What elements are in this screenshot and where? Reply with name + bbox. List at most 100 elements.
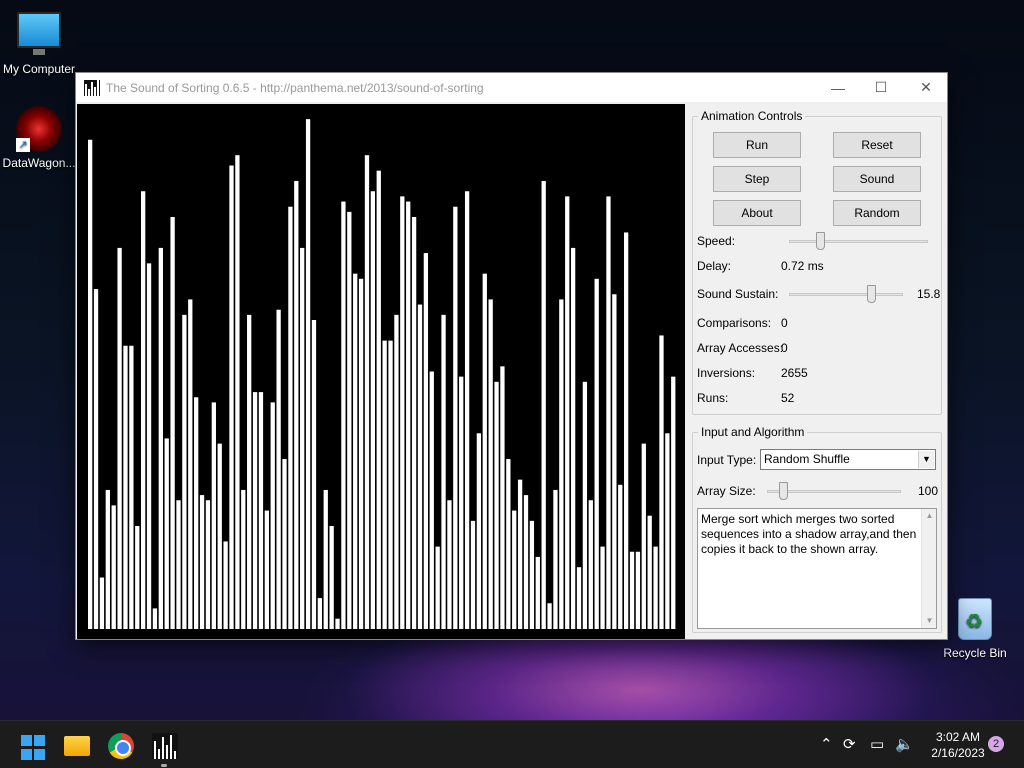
array-bar bbox=[264, 510, 269, 629]
array-bar bbox=[429, 371, 434, 629]
clock-time: 3:02 AM bbox=[935, 730, 981, 744]
chevron-down-icon[interactable]: ▼ bbox=[918, 451, 934, 468]
array-bar bbox=[500, 366, 505, 629]
delay-value: 0.72 ms bbox=[781, 259, 824, 273]
array-bar bbox=[529, 520, 535, 629]
array-size-label: Array Size: bbox=[697, 484, 756, 498]
array-bar bbox=[559, 299, 564, 629]
array-bar bbox=[170, 217, 175, 629]
taskbar: ⌃ ⟳ ▭ 🔈 3:02 AM 2/16/2023 bbox=[0, 720, 1024, 768]
array-bar bbox=[470, 520, 476, 629]
array-bar bbox=[341, 201, 346, 630]
array-bar bbox=[447, 500, 452, 629]
sound-of-sorting-window: The Sound of Sorting 0.6.5 - http://pant… bbox=[75, 72, 948, 640]
array-bar bbox=[123, 345, 128, 629]
window-title: The Sound of Sorting 0.6.5 - http://pant… bbox=[106, 80, 484, 95]
show-hidden-icons-icon[interactable]: ⌃ bbox=[820, 721, 833, 768]
speed-label: Speed: bbox=[697, 234, 736, 248]
sound-sustain-slider-thumb[interactable] bbox=[867, 285, 877, 303]
array-bar bbox=[641, 443, 646, 629]
speed-slider-thumb[interactable] bbox=[815, 232, 825, 250]
start-button[interactable] bbox=[21, 735, 47, 761]
array-bar bbox=[423, 253, 429, 630]
sort-visualization-canvas bbox=[77, 104, 685, 639]
array-bar bbox=[311, 320, 317, 629]
sound-sustain-label: Sound Sustain: bbox=[697, 287, 779, 301]
array-bar bbox=[476, 433, 482, 629]
comparisons-label: Comparisons: bbox=[697, 316, 772, 330]
sound-of-sorting-taskbar-icon[interactable] bbox=[152, 733, 178, 759]
array-bar bbox=[111, 505, 116, 629]
array-bar bbox=[229, 165, 234, 629]
close-button[interactable]: ✕ bbox=[903, 73, 949, 102]
input-algorithm-legend: Input and Algorithm bbox=[701, 425, 805, 439]
array-bar bbox=[211, 402, 216, 629]
scroll-up-icon[interactable]: ▲ bbox=[922, 509, 937, 523]
array-bar bbox=[241, 489, 246, 629]
algorithm-description[interactable]: Merge sort which merges two sorted seque… bbox=[697, 508, 937, 629]
array-size-slider-thumb[interactable] bbox=[779, 482, 789, 500]
array-bar bbox=[435, 546, 440, 629]
file-explorer-icon[interactable] bbox=[64, 736, 90, 756]
about-button[interactable]: About bbox=[713, 200, 801, 226]
run-button[interactable]: Run bbox=[713, 132, 801, 158]
array-bar bbox=[117, 247, 122, 629]
runs-label: Runs: bbox=[697, 391, 729, 405]
array-bar bbox=[370, 191, 376, 629]
array-accesses-label: Array Accesses: bbox=[697, 341, 784, 355]
array-bar bbox=[364, 155, 370, 629]
inversions-value: 2655 bbox=[781, 366, 808, 380]
step-button[interactable]: Step bbox=[713, 166, 801, 192]
close-icon: ✕ bbox=[920, 79, 932, 95]
desktop-icon-my-computer[interactable]: My Computer bbox=[0, 12, 78, 76]
array-bar bbox=[517, 479, 523, 629]
array-bar bbox=[135, 526, 140, 629]
volume-icon[interactable]: 🔈 bbox=[895, 721, 914, 768]
array-bar bbox=[618, 484, 623, 629]
array-bar bbox=[247, 314, 252, 629]
notification-badge[interactable]: 2 bbox=[988, 736, 1004, 752]
array-bar bbox=[482, 273, 487, 629]
network-icon[interactable]: ▭ bbox=[870, 721, 884, 768]
scroll-down-icon[interactable]: ▼ bbox=[922, 614, 937, 628]
array-bar bbox=[235, 155, 240, 629]
input-type-select[interactable]: Random Shuffle ▼ bbox=[760, 449, 936, 470]
array-bar bbox=[512, 510, 517, 629]
array-bar bbox=[323, 489, 328, 629]
array-bar bbox=[205, 500, 211, 629]
array-bar bbox=[506, 459, 511, 629]
sound-button[interactable]: Sound bbox=[833, 166, 921, 192]
array-bar bbox=[417, 304, 423, 629]
array-bar bbox=[400, 196, 405, 629]
title-bar[interactable]: The Sound of Sorting 0.6.5 - http://pant… bbox=[76, 73, 947, 102]
array-accesses-value: 0 bbox=[781, 341, 788, 355]
array-bar bbox=[588, 500, 593, 629]
runs-value: 52 bbox=[781, 391, 795, 405]
sound-sustain-slider[interactable] bbox=[789, 293, 903, 296]
random-button[interactable]: Random bbox=[833, 200, 921, 226]
array-bar bbox=[441, 314, 446, 629]
active-app-indicator bbox=[161, 764, 167, 767]
array-bar bbox=[535, 556, 540, 629]
array-bar bbox=[270, 402, 275, 629]
array-bar bbox=[547, 603, 552, 629]
chrome-icon[interactable] bbox=[108, 733, 134, 759]
speed-slider[interactable] bbox=[789, 240, 928, 243]
reset-button[interactable]: Reset bbox=[833, 132, 921, 158]
array-bar bbox=[329, 526, 334, 629]
array-bar bbox=[653, 546, 658, 629]
array-bar bbox=[358, 278, 364, 629]
description-scrollbar[interactable]: ▲ ▼ bbox=[921, 509, 936, 628]
desktop-icon-datawagon[interactable]: ↗ DataWagon... bbox=[0, 106, 78, 170]
array-bar bbox=[353, 273, 358, 629]
array-bar bbox=[317, 598, 322, 629]
sync-icon[interactable]: ⟳ bbox=[843, 721, 856, 768]
array-bar bbox=[541, 180, 546, 629]
array-bar bbox=[199, 495, 205, 629]
minimize-button[interactable]: — bbox=[815, 73, 861, 102]
maximize-button[interactable]: ☐ bbox=[858, 73, 904, 102]
array-bar bbox=[612, 294, 617, 629]
array-bar bbox=[88, 139, 93, 629]
system-clock[interactable]: 3:02 AM 2/16/2023 bbox=[918, 729, 998, 761]
array-bar bbox=[258, 392, 264, 629]
